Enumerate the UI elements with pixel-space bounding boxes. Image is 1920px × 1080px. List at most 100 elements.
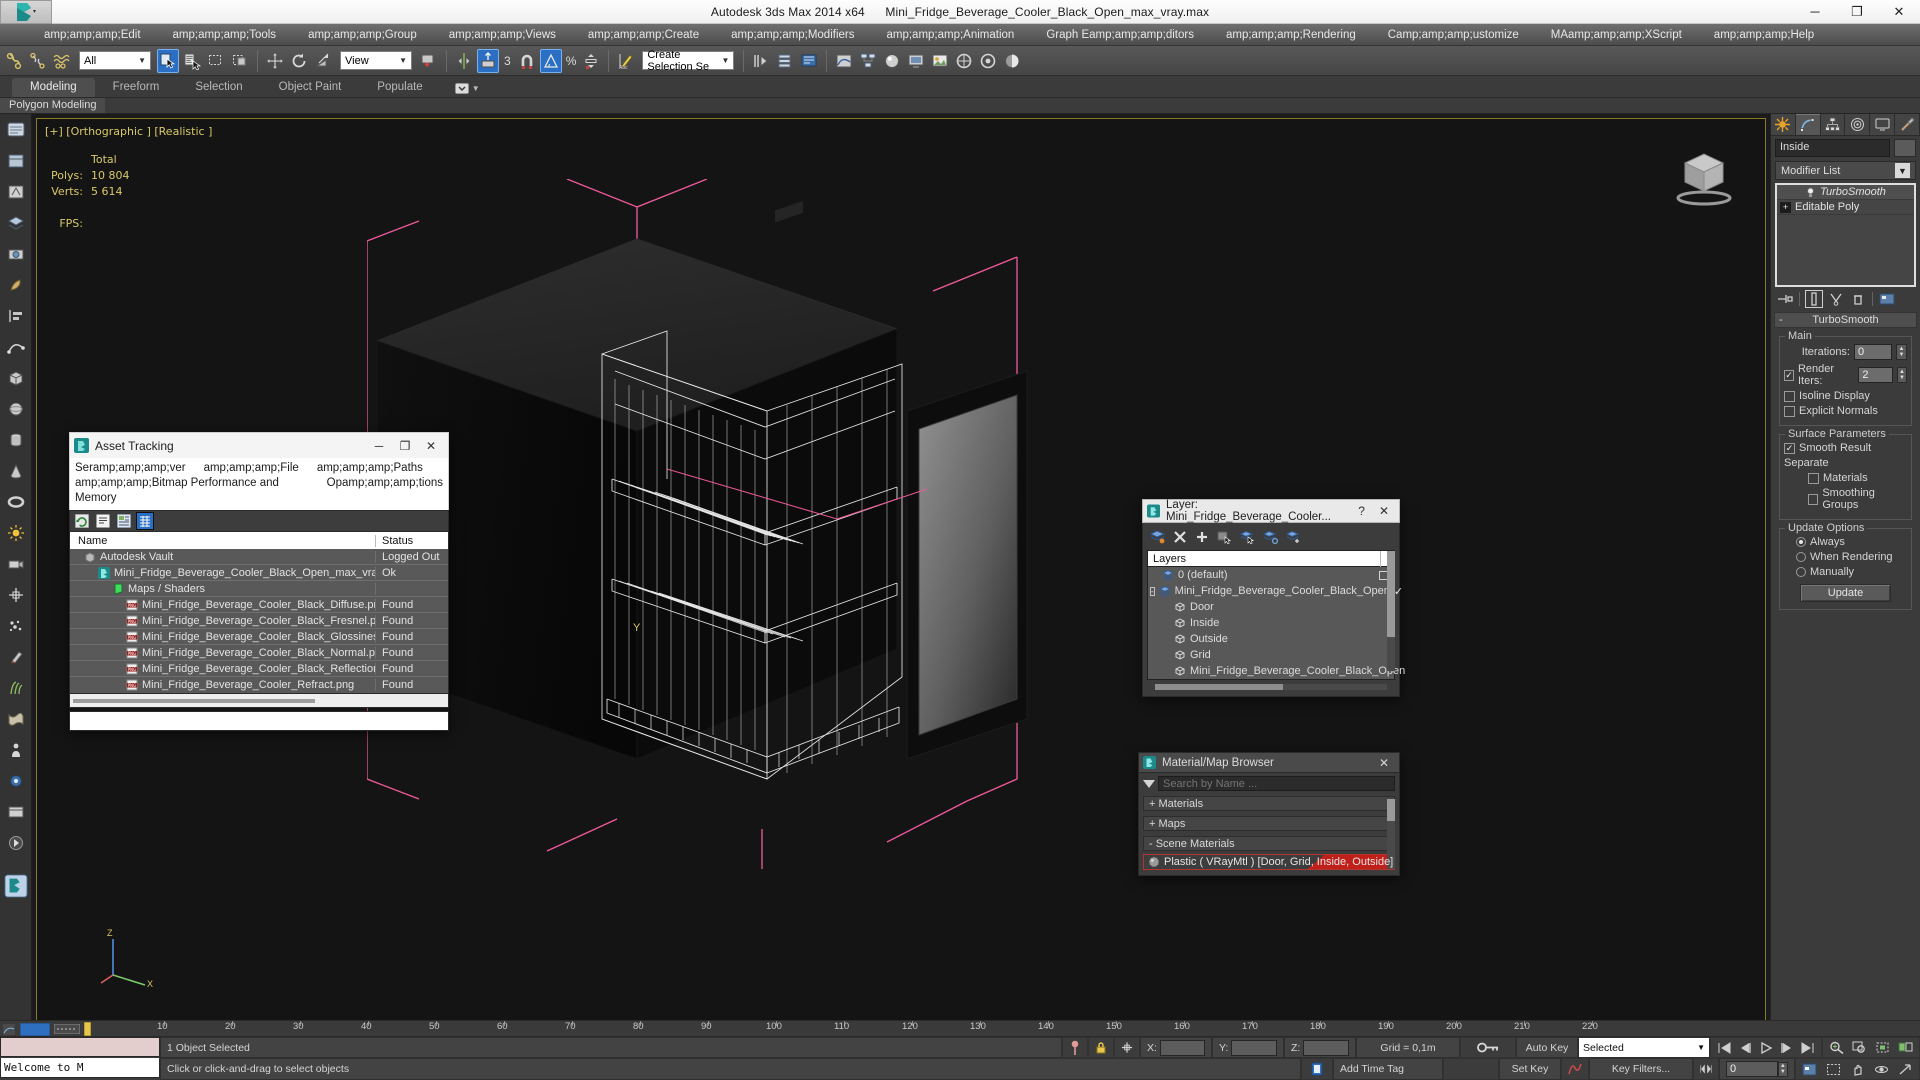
table-row[interactable]: PNG Mini_Fridge_Beverage_Cooler_Black_Fr… <box>70 613 448 629</box>
mirror-flip-icon[interactable] <box>750 49 772 73</box>
modifier-list-combo[interactable]: Modifier List ▼ <box>1775 161 1916 180</box>
set-key-button[interactable]: Set Key <box>1499 1058 1561 1080</box>
table-row[interactable]: PNG Mini_Fridge_Beverage_Cooler_Black_Re… <box>70 661 448 677</box>
rectangular-selection-region-icon[interactable] <box>205 49 227 73</box>
menu-item-tools[interactable]: amp;amp;amp;Tools <box>173 29 277 41</box>
group-scene-materials[interactable]: - Scene Materials <box>1143 836 1395 851</box>
add-time-tag-button[interactable]: Add Time Tag <box>1333 1058 1443 1080</box>
explicit-normals-checkbox[interactable] <box>1784 405 1795 417</box>
hierarchy-tab[interactable] <box>1821 114 1846 135</box>
y-coordinate-field[interactable]: Y: <box>1212 1037 1284 1058</box>
auto-key-button[interactable]: Auto Key <box>1516 1037 1578 1058</box>
motion-tab[interactable] <box>1845 114 1871 135</box>
zoom-extents-icon[interactable] <box>1875 1041 1890 1054</box>
box-primitive-icon[interactable] <box>4 366 28 390</box>
mirror-icon[interactable] <box>453 49 475 73</box>
smoothing-groups-checkbox[interactable] <box>1808 493 1819 505</box>
menu-item-maxscript[interactable]: MAamp;amp;amp;XScript <box>1551 29 1682 41</box>
light-icon[interactable] <box>4 521 28 545</box>
menu-item-animation[interactable]: amp;amp;amp;Animation <box>886 29 1014 41</box>
select-and-rotate-icon[interactable] <box>288 49 310 73</box>
layer-selected-check-icon[interactable]: ✓ <box>1394 585 1403 598</box>
track-view-icon[interactable] <box>54 1024 80 1034</box>
render-setup-icon[interactable] <box>905 49 927 73</box>
scene-material-item-plastic[interactable]: Plastic ( VRayMtl ) [Door, Grid, Inside,… <box>1143 854 1395 870</box>
select-highlight-icon[interactable] <box>1263 530 1278 544</box>
helpers-icon[interactable] <box>4 583 28 607</box>
zoom-extents-all-icon[interactable] <box>1898 1041 1913 1054</box>
isoline-display-checkbox[interactable] <box>1784 390 1795 402</box>
frame-ruler[interactable]: 10 20 30 40 50 60 70 80 90 100 110 120 1… <box>0 1020 1920 1036</box>
ribbon-options-button[interactable]: ▼ <box>441 83 480 97</box>
reference-coordinate-combo[interactable]: View ▼ <box>340 51 412 70</box>
highlight-icon[interactable] <box>1286 530 1301 544</box>
next-frame-icon[interactable] <box>1780 1042 1794 1054</box>
angle-snap-icon[interactable] <box>539 48 562 73</box>
menu-item-views[interactable]: amp;amp;amp;Views <box>449 29 556 41</box>
mini-listener-output[interactable]: Welcome to M <box>0 1058 160 1080</box>
rendered-frame-window-icon[interactable] <box>929 49 951 73</box>
add-selection-icon[interactable] <box>1240 530 1255 544</box>
manually-radio[interactable] <box>1796 567 1806 577</box>
x-value[interactable] <box>1159 1039 1205 1056</box>
at-maximize-button[interactable]: ❐ <box>392 439 418 453</box>
at-close-button[interactable]: ✕ <box>418 439 444 453</box>
select-and-scale-icon[interactable] <box>312 49 334 73</box>
snapshot-icon[interactable] <box>4 242 28 266</box>
scrollbar-thumb[interactable] <box>1155 684 1283 690</box>
menu-item-customize[interactable]: Camp;amp;amp;ustomize <box>1388 29 1519 41</box>
zoom-all-icon[interactable] <box>1852 1041 1867 1054</box>
table-row[interactable]: Mini_Fridge_Beverage_Cooler_Black_Open_m… <box>70 565 448 581</box>
always-radio[interactable] <box>1796 537 1806 547</box>
unlink-selection-icon[interactable] <box>27 49 49 73</box>
time-configuration-icon[interactable] <box>1802 1063 1817 1076</box>
scrollbar-thumb[interactable] <box>73 698 315 703</box>
layer-explorer-vertical-scrollbar[interactable] <box>1387 551 1395 671</box>
group-materials[interactable]: + Materials <box>1143 796 1395 811</box>
detail-icon[interactable] <box>116 513 132 529</box>
close-layer-icon[interactable] <box>1173 530 1187 544</box>
snap-toggle-number[interactable]: 3 <box>501 54 514 68</box>
ribbon-tab-modeling[interactable]: Modeling <box>12 78 95 97</box>
hair-icon[interactable] <box>4 676 28 700</box>
view-cube[interactable] <box>1665 141 1743 211</box>
key-mode-toggle-icon[interactable] <box>1460 1037 1516 1058</box>
create-tab[interactable] <box>1771 114 1796 135</box>
viewport-label[interactable]: [+] [Orthographic ] [Realistic ] <box>45 125 212 138</box>
pan-hand-icon[interactable] <box>1850 1063 1865 1076</box>
smooth-result-checkbox[interactable]: ✓ <box>1784 442 1795 454</box>
modifier-stack-item-editable-poly[interactable]: + Editable Poly <box>1777 200 1914 215</box>
update-button[interactable]: Update <box>1800 584 1891 602</box>
modify-tab[interactable] <box>1795 114 1821 135</box>
schematic-view-icon[interactable] <box>857 49 879 73</box>
list-item[interactable]: Door <box>1148 599 1394 615</box>
align-icon[interactable] <box>477 48 499 73</box>
ribbon-tab-object-paint[interactable]: Object Paint <box>261 78 360 97</box>
object-color-swatch[interactable] <box>1894 139 1916 157</box>
scene-explorer-icon[interactable] <box>4 118 28 142</box>
asset-tracking-window[interactable]: Asset Tracking ─ ❐ ✕ Seramp;amp;amp;ver … <box>69 432 449 731</box>
edit-named-selection-icon[interactable]: Abc <box>615 49 637 73</box>
materials-checkbox[interactable] <box>1808 472 1819 484</box>
region-zoom-icon[interactable] <box>1826 1063 1841 1076</box>
menu-item-edit[interactable]: amp;amp;amp;Edit <box>44 29 141 41</box>
render-iters-checkbox[interactable]: ✓ <box>1784 369 1794 381</box>
maxscript-mini-icon[interactable] <box>3 874 28 898</box>
utilities-icon[interactable] <box>4 769 28 793</box>
paint-deform-icon[interactable] <box>4 273 28 297</box>
key-step-icon[interactable] <box>1693 1058 1719 1080</box>
close-icon[interactable]: ✕ <box>1379 504 1389 518</box>
at-menu-bitmap[interactable]: amp;amp;amp;Bitmap Performance and Memor… <box>75 476 309 506</box>
pin-stack-icon[interactable] <box>1777 292 1793 306</box>
spinner-snap-icon[interactable] <box>580 49 602 73</box>
make-unique-icon[interactable] <box>1828 292 1844 306</box>
list-item[interactable]: 0 (default) <box>1148 567 1394 583</box>
collapse-icon[interactable]: - <box>1150 586 1155 596</box>
iterations-spinner[interactable]: ▲ ▼ <box>1896 344 1907 360</box>
list-icon[interactable] <box>95 513 111 529</box>
menu-item-group[interactable]: amp;amp;amp;Group <box>308 29 417 41</box>
graphite-modeling-icon[interactable] <box>798 49 820 73</box>
open-mini-curve-editor-icon[interactable] <box>2 1022 16 1036</box>
time-configuration-icon[interactable] <box>20 1022 50 1036</box>
fridge-model-render[interactable] <box>367 179 1167 869</box>
